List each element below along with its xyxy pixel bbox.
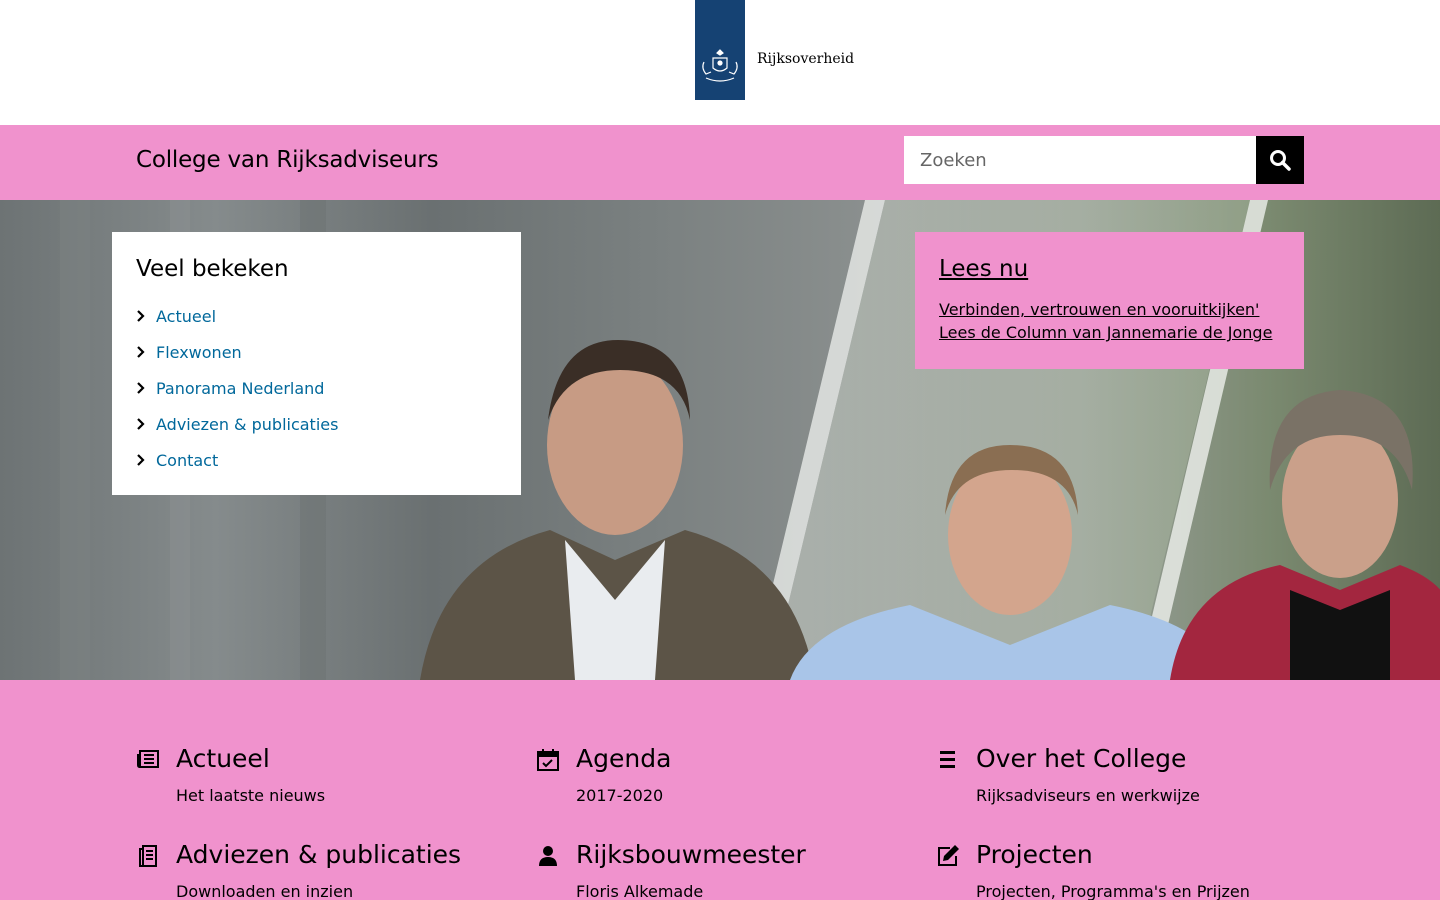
edit-icon: [938, 845, 959, 866]
tile-subtitle: Het laatste nieuws: [176, 786, 326, 805]
popular-link-label[interactable]: Flexwonen: [156, 343, 242, 362]
coat-of-arms-icon: [702, 49, 738, 82]
tile-subtitle: Rijksadviseurs en werkwijze: [976, 786, 1200, 805]
tile-title[interactable]: Over het College: [976, 744, 1186, 773]
search-button[interactable]: [1256, 136, 1304, 184]
feature-link[interactable]: Verbinden, vertrouwen en vooruitkijken' …: [939, 300, 1272, 342]
search-input[interactable]: [904, 136, 1256, 184]
tile-subtitle: Downloaden en inzien: [176, 882, 354, 900]
chevron-right-icon: [136, 382, 156, 394]
popular-link-label[interactable]: Actueel: [156, 307, 216, 326]
tile-title[interactable]: Actueel: [176, 744, 270, 773]
chevron-right-icon: [136, 346, 156, 358]
popular-link-label[interactable]: Panorama Nederland: [156, 379, 324, 398]
newspaper-icon: [137, 750, 159, 768]
popular-link-label[interactable]: Adviezen & publicaties: [156, 415, 338, 434]
chevron-right-icon: [136, 454, 156, 466]
person-icon: [539, 846, 557, 866]
rijksoverheid-logo[interactable]: [695, 0, 745, 100]
tile-title[interactable]: Rijksbouwmeester: [576, 840, 806, 869]
chevron-right-icon: [136, 310, 156, 322]
search-icon: [1270, 150, 1291, 171]
popular-link-flexwonen[interactable]: Flexwonen: [136, 334, 497, 370]
popular-link-adviezen[interactable]: Adviezen & publicaties: [136, 406, 497, 442]
hero-banner: Veel bekeken Actueel Flexwonen Panorama …: [0, 200, 1440, 680]
calendar-icon: [537, 749, 559, 771]
feature-title[interactable]: Lees nu: [939, 256, 1280, 282]
popular-link-contact[interactable]: Contact: [136, 442, 497, 478]
popular-link-actueel[interactable]: Actueel: [136, 298, 497, 334]
popular-link-panorama[interactable]: Panorama Nederland: [136, 370, 497, 406]
document-icon: [139, 845, 157, 867]
site-bar: College van Rijksadviseurs: [0, 125, 1440, 200]
list-icon: [940, 751, 955, 768]
tile-subtitle: 2017-2020: [576, 786, 664, 805]
tile-subtitle: Floris Alkemade: [576, 882, 704, 900]
popular-links-list: Actueel Flexwonen Panorama Nederland Adv…: [136, 298, 497, 478]
site-header: Rijksoverheid: [0, 0, 1440, 125]
tile-title[interactable]: Adviezen & publicaties: [176, 840, 461, 869]
navigation-tiles: Actueel Het laatste nieuws Agenda 2017-2…: [0, 680, 1440, 900]
logo-text: Rijksoverheid: [757, 51, 855, 67]
chevron-right-icon: [136, 418, 156, 430]
popular-link-label[interactable]: Contact: [156, 451, 218, 470]
popular-links-card: Veel bekeken Actueel Flexwonen Panorama …: [112, 232, 521, 495]
tile-title[interactable]: Projecten: [976, 840, 1093, 869]
site-title[interactable]: College van Rijksadviseurs: [136, 147, 439, 173]
popular-links-title: Veel bekeken: [136, 256, 289, 282]
tile-subtitle: Projecten, Programma's en Prijzen: [976, 882, 1250, 900]
feature-card: Lees nu Verbinden, vertrouwen en vooruit…: [915, 232, 1304, 369]
tile-title[interactable]: Agenda: [576, 744, 671, 773]
